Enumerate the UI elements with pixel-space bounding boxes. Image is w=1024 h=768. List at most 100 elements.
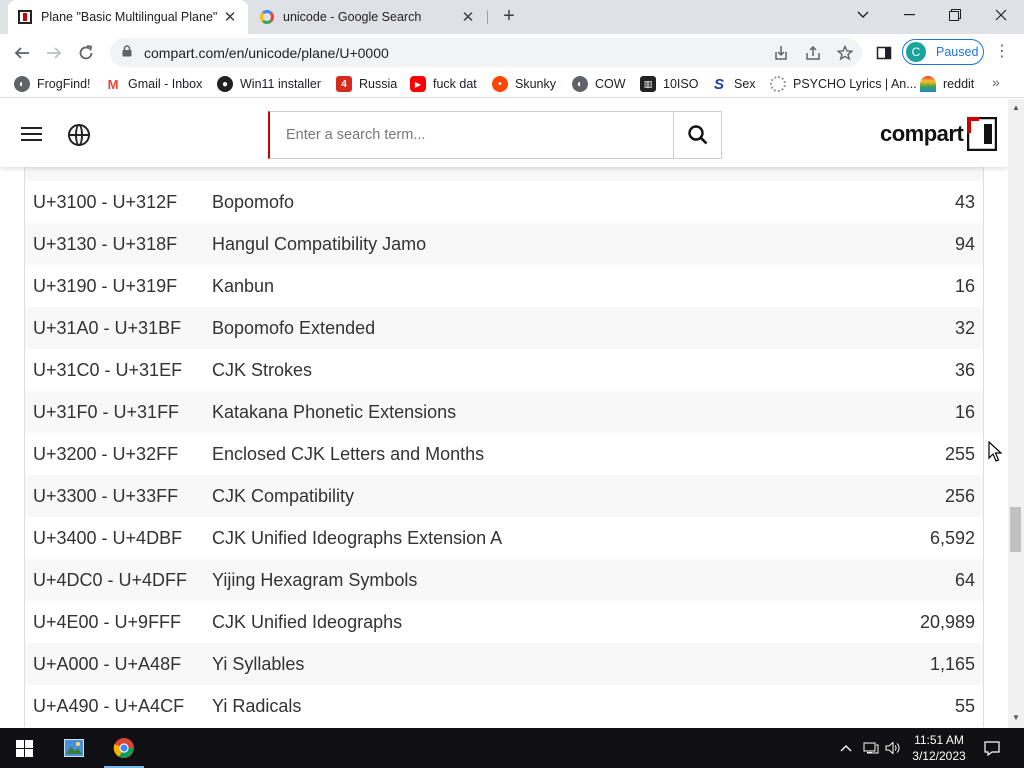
block-range: U+31C0 - U+31EF	[33, 359, 183, 380]
table-row[interactable]: U+A000 - U+A48F Yi Syllables 1,165	[25, 643, 983, 685]
bookmark-label: Russia	[359, 77, 398, 91]
system-clock[interactable]: 11:51 AM 3/12/2023	[904, 732, 974, 764]
bookmark-label: Skunky	[515, 77, 556, 91]
close-tab-icon[interactable]: ✕	[460, 9, 476, 26]
reddit-icon: •	[492, 76, 508, 92]
bookmark-10iso[interactable]: ▥ 10ISO	[640, 75, 698, 93]
table-row[interactable]: U+3130 - U+318F Hangul Compatibility Jam…	[25, 223, 983, 265]
bookmarks-bar: ◐ FrogFind! M Gmail - Inbox ● Win11 inst…	[0, 71, 1024, 98]
block-count: 6,592	[929, 527, 975, 548]
table-row[interactable]: U+3400 - U+4DBF CJK Unified Ideographs E…	[25, 517, 983, 559]
bookmark-skunky[interactable]: • Skunky	[492, 75, 556, 93]
taskbar-chrome-app[interactable]	[100, 728, 148, 768]
table-row[interactable]: U+31F0 - U+31FF Katakana Phonetic Extens…	[25, 391, 983, 433]
bookmark-psycho[interactable]: PSYCHO Lyrics | An...	[770, 75, 917, 93]
reload-button[interactable]	[72, 39, 100, 67]
hamburger-menu-icon[interactable]	[21, 127, 42, 141]
block-range: U+A000 - U+A48F	[33, 653, 182, 674]
table-row[interactable]: U+31A0 - U+31BF Bopomofo Extended 32	[25, 307, 983, 349]
block-name: Kanbun	[212, 275, 275, 296]
search-button[interactable]	[673, 111, 722, 159]
close-window-button[interactable]	[978, 0, 1024, 30]
bookmark-sex[interactable]: S Sex	[711, 75, 756, 93]
bookmark-gmail[interactable]: M Gmail - Inbox	[105, 75, 202, 93]
minimize-button[interactable]	[886, 0, 932, 30]
side-panel-icon[interactable]	[872, 41, 896, 65]
youtube-icon: ▶	[410, 76, 426, 92]
bookmark-russia[interactable]: 4 Russia	[336, 75, 397, 93]
table-row[interactable]: U+3100 - U+312F Bopomofo 43	[25, 181, 983, 223]
tab-title: unicode - Google Search	[283, 10, 422, 24]
share-icon[interactable]	[801, 41, 825, 65]
lock-icon[interactable]	[122, 45, 136, 60]
network-icon[interactable]	[860, 728, 882, 768]
bookmark-star-icon[interactable]	[833, 41, 857, 65]
block-name: CJK Unified Ideographs	[212, 611, 403, 632]
block-count: 256	[944, 485, 975, 506]
notifications-icon[interactable]	[978, 728, 1006, 768]
block-range: U+3400 - U+4DBF	[33, 527, 183, 548]
gmail-icon: M	[105, 76, 121, 92]
avatar: C	[906, 42, 926, 62]
install-app-icon[interactable]	[769, 41, 793, 65]
block-range: U+4E00 - U+9FFF	[33, 611, 182, 632]
bookmark-label: reddit	[943, 77, 975, 91]
address-bar[interactable]: compart.com/en/unicode/plane/U+0000	[110, 38, 862, 67]
compart-logo[interactable]: compart	[880, 116, 998, 152]
taskbar-photos-app[interactable]	[50, 728, 98, 768]
search-icon	[687, 125, 707, 145]
new-tab-button[interactable]: +	[498, 6, 520, 28]
scroll-up-arrow-icon[interactable]: ▲	[1012, 103, 1020, 112]
bookmark-label: PSYCHO Lyrics | An...	[793, 77, 917, 91]
more-bookmarks-button[interactable]: »	[992, 74, 1000, 90]
tab-separator	[487, 10, 488, 24]
logo-wordmark: compart	[880, 121, 964, 146]
scroll-down-arrow-icon[interactable]: ▼	[1012, 713, 1020, 722]
table-row[interactable]: U+3190 - U+319F Kanbun 16	[25, 265, 983, 307]
block-name: Yijing Hexagram Symbols	[212, 569, 418, 590]
volume-icon[interactable]	[882, 728, 904, 768]
building-icon: ▥	[640, 76, 656, 92]
clock-date: 3/12/2023	[912, 749, 966, 763]
bookmark-frogfind[interactable]: ◐ FrogFind!	[14, 75, 91, 93]
search-field[interactable]	[268, 111, 674, 159]
table-row[interactable]: U+A490 - U+A4CF Yi Radicals 55	[25, 685, 983, 727]
page-scrollbar[interactable]: ▲ ▼	[1008, 99, 1024, 728]
back-button[interactable]	[8, 39, 36, 67]
tab-search-icon[interactable]	[840, 0, 886, 30]
forward-button[interactable]	[40, 39, 68, 67]
bookmark-win11[interactable]: ● Win11 installer	[217, 75, 321, 93]
profile-button[interactable]: C Paused	[902, 39, 984, 65]
bookmark-fuck-dat[interactable]: ▶ fuck dat	[410, 75, 477, 93]
block-name: Yi Syllables	[212, 653, 305, 674]
globe-icon: ◐	[14, 76, 30, 92]
start-button[interactable]	[0, 728, 48, 768]
block-count: 1,165	[929, 653, 975, 674]
compart-favicon-icon	[18, 10, 32, 24]
tab-compart[interactable]: Plane "Basic Multilingual Plane" ✕	[8, 0, 248, 34]
table-row[interactable]: U+3200 - U+32FF Enclosed CJK Letters and…	[25, 433, 983, 475]
table-row[interactable]: U+4DC0 - U+4DFF Yijing Hexagram Symbols …	[25, 559, 983, 601]
block-name: CJK Unified Ideographs Extension A	[212, 527, 503, 548]
scrollbar-thumb[interactable]	[1010, 507, 1021, 552]
block-count: 32	[954, 317, 975, 338]
tab-google[interactable]: unicode - Google Search ✕	[250, 0, 486, 34]
restore-button[interactable]	[932, 0, 978, 30]
show-hidden-icons-icon[interactable]	[836, 728, 856, 768]
search-input[interactable]	[270, 112, 673, 158]
block-name: Hangul Compatibility Jamo	[212, 233, 427, 254]
language-globe-icon[interactable]	[68, 124, 90, 146]
table-row[interactable]: U+3300 - U+33FF CJK Compatibility 256	[25, 475, 983, 517]
table-row[interactable]: U+31C0 - U+31EF CJK Strokes 36	[25, 349, 983, 391]
forward-arrow-icon	[47, 47, 62, 59]
table-row[interactable]: U+4E00 - U+9FFF CJK Unified Ideographs 2…	[25, 601, 983, 643]
block-name: CJK Strokes	[212, 359, 313, 380]
bookmark-reddit[interactable]: reddit	[920, 75, 974, 93]
mouse-cursor-icon	[988, 441, 1002, 462]
back-arrow-icon	[14, 47, 29, 59]
bookmark-cow[interactable]: ◐ COW	[572, 75, 626, 93]
browser-menu-icon[interactable]: ⋮	[994, 44, 1010, 62]
bookmark-label: fuck dat	[433, 77, 477, 91]
block-name: Katakana Phonetic Extensions	[212, 401, 457, 422]
close-tab-icon[interactable]: ✕	[222, 9, 238, 26]
